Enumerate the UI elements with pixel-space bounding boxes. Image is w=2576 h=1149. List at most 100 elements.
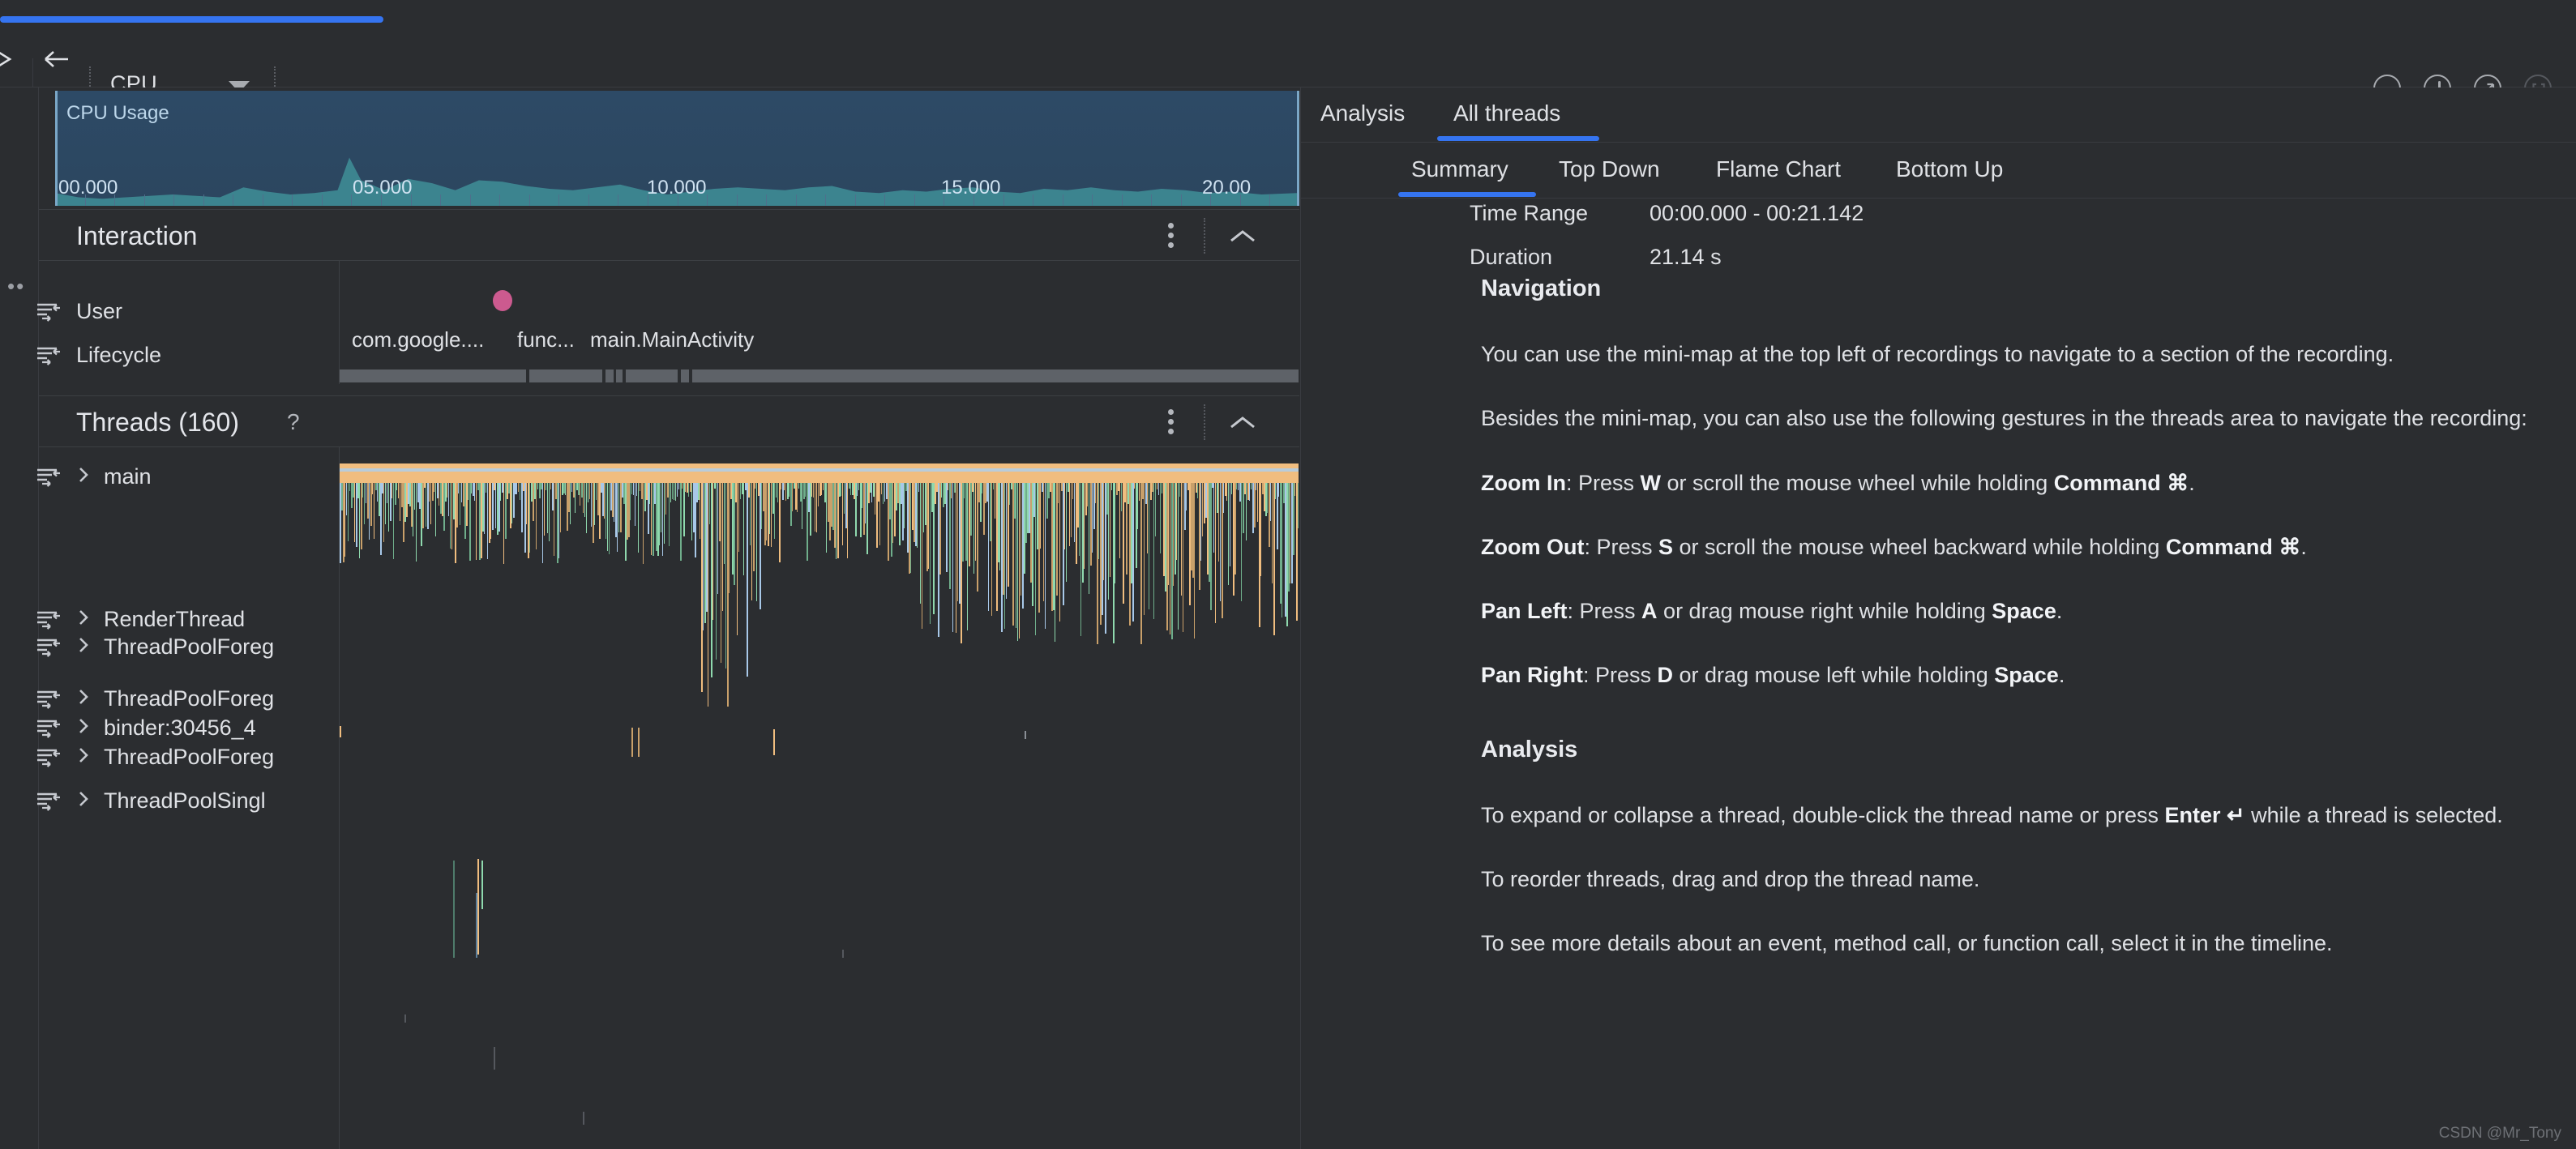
user-interaction-event-dot[interactable] [493,290,512,311]
flame-slice[interactable] [1144,483,1145,615]
flame-slice[interactable] [1160,483,1161,553]
flame-chart-main-thread[interactable] [340,463,1299,707]
flame-slice[interactable] [999,483,1000,570]
flame-slice[interactable] [636,483,637,496]
flame-slice[interactable] [526,483,527,524]
cpu-usage-minimap[interactable]: CPU Usage 00.00005.00010.00015.00020.00 [55,91,1299,206]
tab-bottom-up[interactable]: Bottom Up [1896,156,2003,182]
chevron-right-icon[interactable] [76,608,91,631]
flame-slice[interactable] [1238,483,1239,490]
flame-slice[interactable] [766,483,767,540]
flame-slice[interactable] [1121,483,1122,511]
flame-slice[interactable] [575,483,576,513]
thread-row-binder-30456-4[interactable]: binder:30456_4 [0,715,300,741]
flame-slice[interactable] [805,483,806,497]
flame-chart-other-threads[interactable] [340,707,1299,1149]
flame-slice[interactable] [511,483,512,523]
flame-slice[interactable] [904,483,905,528]
flame-slice[interactable] [558,483,559,558]
flame-slice[interactable] [591,483,592,527]
lifecycle-bar-segment[interactable] [681,369,689,382]
flame-slice[interactable] [991,483,992,616]
flame-slice[interactable] [453,861,455,958]
flame-slice[interactable] [1218,483,1219,562]
flame-slice[interactable] [1035,483,1036,635]
flame-slice[interactable] [1140,483,1142,644]
flame-slice[interactable] [638,728,640,757]
flame-slice[interactable] [430,483,431,524]
flame-slice[interactable] [923,483,924,532]
chevron-right-icon[interactable] [76,789,91,813]
flame-slice[interactable] [1278,483,1279,497]
flame-slice[interactable] [1095,483,1096,503]
flame-slice[interactable] [1186,483,1187,510]
flame-slice[interactable] [920,483,921,604]
flame-slice[interactable] [448,483,449,516]
flame-slice[interactable] [340,726,341,737]
flame-slice[interactable] [884,483,885,502]
flame-slice[interactable] [842,483,843,545]
flame-slice[interactable] [826,483,827,553]
flame-slice[interactable] [364,483,365,524]
flame-slice[interactable] [1275,483,1276,499]
flame-slice[interactable] [1132,483,1134,621]
flame-slice[interactable] [1272,483,1273,583]
flame-slice[interactable] [450,483,451,549]
panel-drag-handle[interactable]: •• [7,282,25,290]
flame-slice[interactable] [348,483,349,541]
flame-slice[interactable] [716,483,717,660]
flame-slice[interactable] [570,483,571,524]
flame-slice[interactable] [1080,483,1081,636]
flame-slice[interactable] [1019,483,1020,639]
flame-slice[interactable] [518,483,519,492]
flame-slice[interactable] [847,483,848,558]
flame-slice[interactable] [594,483,595,525]
flame-slice[interactable] [751,483,752,600]
flame-slice[interactable] [678,483,679,489]
minimap-container[interactable]: CPU Usage 00.00005.00010.00015.00020.00 [39,88,1299,209]
chevron-right-icon[interactable] [76,635,91,659]
flame-slice[interactable] [946,483,948,572]
flame-slice[interactable] [583,483,584,513]
flame-slice[interactable] [500,483,501,501]
flame-slice[interactable] [677,483,678,497]
flame-slice[interactable] [1069,483,1070,546]
flame-slice[interactable] [665,483,666,515]
flame-slice[interactable] [385,483,386,524]
flame-slice[interactable] [917,483,918,548]
flame-slice[interactable] [542,483,543,563]
flame-slice[interactable] [536,483,537,549]
flame-slice[interactable] [774,483,775,539]
track-row-user[interactable]: User [0,298,300,324]
flame-slice[interactable] [737,483,738,635]
flame-slice[interactable] [717,483,718,594]
flame-slice[interactable] [813,483,814,498]
flame-slice[interactable] [617,483,618,552]
flame-slice[interactable] [729,483,730,593]
flame-slice[interactable] [672,483,673,499]
flame-slice[interactable] [495,483,496,528]
flame-slice[interactable] [1064,483,1065,549]
flame-slice[interactable] [414,483,415,510]
flame-slice[interactable] [709,483,710,524]
thread-row-main[interactable]: main [0,463,300,489]
flame-slice[interactable] [359,483,360,558]
flame-slice[interactable] [1257,483,1258,522]
flame-slice[interactable] [879,483,880,545]
flame-slice[interactable] [1087,483,1088,506]
flame-slice[interactable] [583,1112,584,1125]
flame-slice[interactable] [607,483,608,551]
back-arrow-icon[interactable] [41,47,76,71]
flame-slice[interactable] [1025,731,1026,739]
flame-slice[interactable] [1071,483,1072,537]
lifecycle-event-label-3[interactable]: main.MainActivity [590,327,754,352]
flame-slice[interactable] [857,483,858,496]
flame-slice[interactable] [691,483,692,540]
flame-slice[interactable] [743,483,744,575]
flame-slice[interactable] [1181,483,1182,596]
flame-slice[interactable] [1176,483,1177,560]
flame-slice[interactable] [967,483,968,630]
flame-slice[interactable] [1137,483,1138,529]
flame-slice[interactable] [1004,483,1005,629]
flame-slice[interactable] [451,483,452,549]
